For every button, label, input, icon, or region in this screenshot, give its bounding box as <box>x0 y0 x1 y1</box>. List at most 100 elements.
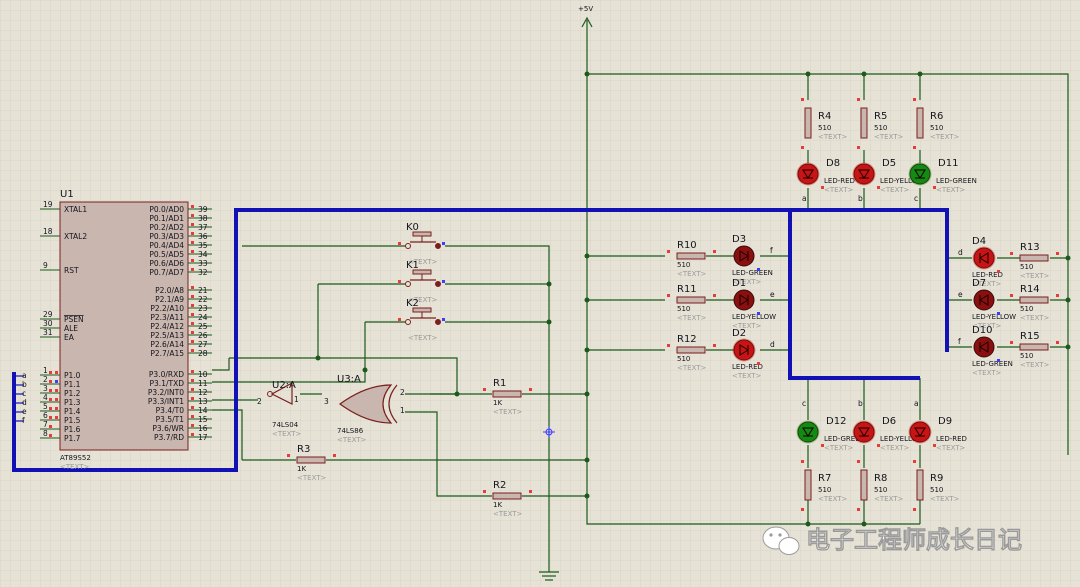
mcu-pin-p2-3-a11: 24 P2.3/A11 <box>150 313 212 322</box>
pin-state-marker <box>191 304 194 307</box>
text-placeholder: <TEXT> <box>972 369 1002 377</box>
pin-number: 23 <box>198 304 208 313</box>
pin-number: 3 <box>43 384 48 393</box>
pin-state-marker <box>191 406 194 409</box>
text-placeholder: <TEXT> <box>732 372 762 380</box>
led-part: LED-GREEN <box>936 177 977 185</box>
resistor-value: 1K <box>297 465 306 473</box>
net-label: d <box>958 248 963 257</box>
pin-state-marker <box>55 416 58 419</box>
inverter-ref: U2:A <box>272 380 296 391</box>
pin-state-marker <box>191 415 194 418</box>
pin-name: P3.1/TXD <box>150 379 185 388</box>
pin-number: 32 <box>198 268 208 277</box>
led-label: D4 <box>972 236 986 247</box>
mcu-pin-p0-0-ad0: 39 P0.0/AD0 <box>149 205 212 214</box>
led-label: D11 <box>938 158 958 169</box>
resistor-label: R11 <box>677 284 697 295</box>
text-placeholder: <TEXT> <box>493 510 523 518</box>
mcu-pin-p2-1-a9: 22 P2.1/A9 <box>155 295 212 304</box>
text-placeholder: <TEXT> <box>930 495 960 503</box>
text-placeholder: <TEXT> <box>677 270 707 278</box>
text-placeholder: <TEXT> <box>1020 272 1050 280</box>
pin-number: 34 <box>198 250 208 259</box>
pin-number: 37 <box>198 223 208 232</box>
led-part: LED-RED <box>936 435 967 443</box>
resistor-label: R12 <box>677 334 697 345</box>
resistor-label: R14 <box>1020 284 1040 295</box>
pin-name: P0.6/AD6 <box>149 259 184 268</box>
led-label: D1 <box>732 278 746 289</box>
net-label: d <box>770 340 775 349</box>
mcu-pin-p2-5-a13: 26 P2.5/A13 <box>150 331 212 340</box>
pin-number: 25 <box>198 322 208 331</box>
mcu-pin-p3-3-int1: 13 P3.3/INT1 <box>148 397 212 406</box>
net-label: e <box>770 290 775 299</box>
pin-state-marker <box>191 331 194 334</box>
mcu-pin-p3-2-int0: 12 P3.2/INT0 <box>148 388 212 397</box>
bus-label-a: a <box>22 371 27 380</box>
resistor-label: R6 <box>930 111 943 122</box>
pin-number: 4 <box>43 393 48 402</box>
pin-number: 10 <box>198 370 208 379</box>
bus-label-f: f <box>22 416 25 425</box>
bus-label-b: b <box>22 380 27 389</box>
pin-name: EA <box>64 333 75 342</box>
schematic-canvas: +5V U1 AT89S52 <TEXT> 19XTAL118XTAL29RST… <box>0 0 1080 587</box>
pin-state-marker <box>191 259 194 262</box>
pin-name: RST <box>64 266 79 275</box>
pin-number: 22 <box>198 295 208 304</box>
net-label: f <box>770 246 773 255</box>
pin-name: P2.5/A13 <box>150 331 184 340</box>
mcu-pin-p3-0-rxd: 10 P3.0/RXD <box>149 370 212 379</box>
pin-name: P2.1/A9 <box>155 295 184 304</box>
pin-name: P2.6/A14 <box>150 340 184 349</box>
pin-state-marker <box>55 380 58 383</box>
pin-state-marker <box>191 424 194 427</box>
net-label: e <box>958 290 963 299</box>
pin-number: 6 <box>43 411 48 420</box>
pin-state-marker <box>191 397 194 400</box>
pin-state-marker <box>191 232 194 235</box>
pin-name: P0.0/AD0 <box>149 205 184 214</box>
resistor-value: 510 <box>677 305 690 313</box>
pin-state-marker <box>191 241 194 244</box>
inverter-out-pin: 2 <box>257 397 262 406</box>
resistor-value: 510 <box>818 486 831 494</box>
pin-name: XTAL2 <box>64 232 87 241</box>
bus-label-d: d <box>22 398 27 407</box>
net-label: a <box>914 399 919 408</box>
mcu-pin-p3-5-t1: 15 P3.5/T1 <box>156 415 212 424</box>
pin-number: 9 <box>43 261 48 270</box>
resistor-label: R7 <box>818 473 831 484</box>
xor-pin-b: 2 <box>400 388 405 397</box>
led-label: D12 <box>826 416 846 427</box>
watermark-text: 电子工程师成长日记 <box>806 526 1022 554</box>
xor-text-placeholder: <TEXT> <box>337 436 367 444</box>
pin-number: 39 <box>198 205 208 214</box>
pin-name: P1.7 <box>64 434 81 443</box>
text-placeholder: <TEXT> <box>936 444 966 452</box>
led-part: LED-GREEN <box>732 269 773 277</box>
pin-name: P0.2/AD2 <box>149 223 184 232</box>
switch-label: K1 <box>406 260 419 271</box>
pin-state-marker <box>191 370 194 373</box>
bus-label-c: c <box>22 389 26 398</box>
net-label: c <box>802 399 806 408</box>
pin-number: 12 <box>198 388 208 397</box>
pin-number: 31 <box>43 328 53 337</box>
xor-out-pin: 3 <box>324 397 329 406</box>
mcu-u1[interactable]: U1 AT89S52 <TEXT> 19XTAL118XTAL29RST29PS… <box>22 189 212 471</box>
resistor-label: R1 <box>493 378 506 389</box>
switch-label: K0 <box>406 222 419 233</box>
led-label: D2 <box>732 328 746 339</box>
pin-number: 38 <box>198 214 208 223</box>
pin-state-marker <box>191 433 194 436</box>
led-label: D9 <box>938 416 952 427</box>
pin-name: P0.7/AD7 <box>149 268 184 277</box>
pin-number: 13 <box>198 397 208 406</box>
pin-number: 2 <box>43 375 48 384</box>
text-placeholder: <TEXT> <box>677 314 707 322</box>
mcu-ref: U1 <box>60 189 74 200</box>
mcu-pin-p3-1-txd: 11 P3.1/TXD <box>150 379 212 388</box>
